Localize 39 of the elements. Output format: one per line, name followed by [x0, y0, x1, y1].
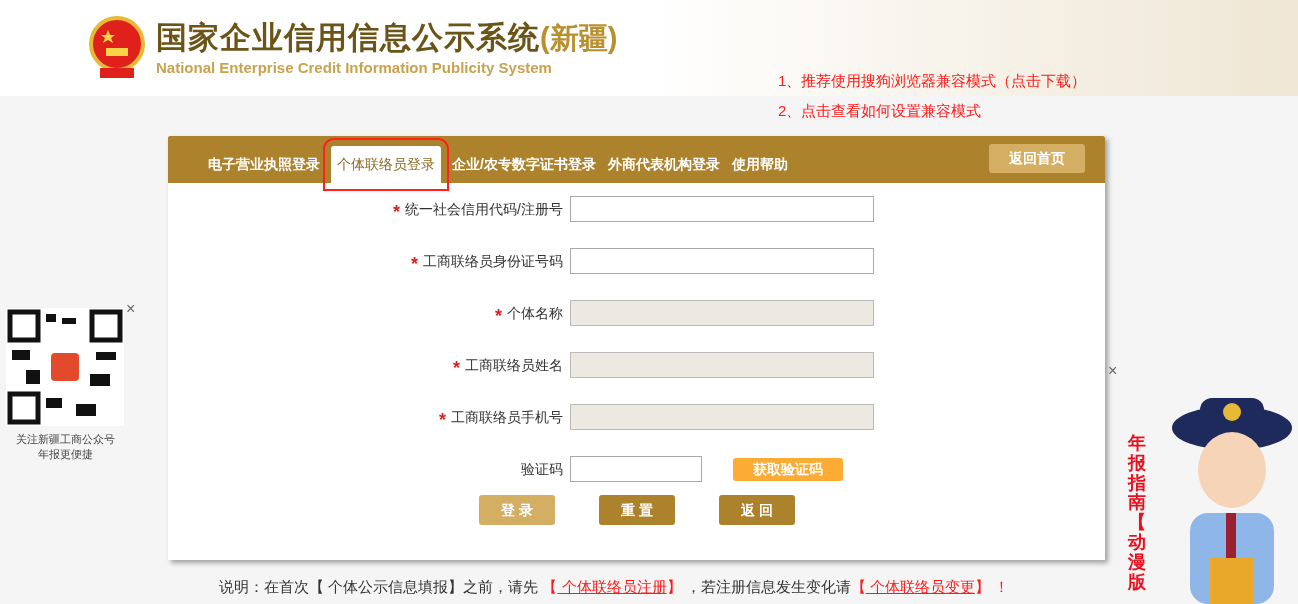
required-mark: * — [453, 356, 460, 377]
qr-caption: 关注新疆工商公众号 — [15, 432, 115, 447]
field-label: 验证码 — [521, 459, 563, 479]
site-subtitle: National Enterprise Credit Information Publicity System — [156, 58, 553, 78]
action-button[interactable]: 返 回 — [719, 495, 795, 525]
field-label: 统一社会信用代码/注册号 — [405, 199, 563, 219]
action-button[interactable]: 登 录 — [479, 495, 555, 525]
region-title: (新疆) — [540, 21, 618, 56]
get-captcha-button[interactable]: 获取验证码 — [733, 457, 843, 481]
login-tab[interactable]: 企业/农专数字证书登录 — [449, 146, 599, 183]
action-button[interactable]: 重 置 — [599, 495, 675, 525]
home-button[interactable]: 返回首页 — [989, 144, 1085, 173]
footer-note: 说明：在首次【 个体公示信息填报】之前，请先 【 个体联络员注册】 ，若注册信息发生变化请【 个体联络员变更】 ！ — [219, 577, 1010, 597]
notice-link[interactable]: 2、点击查看如何设置兼容模式 — [778, 100, 1087, 122]
guide-vertical-text: 年报指南【动漫版 — [1128, 434, 1146, 593]
qr-code-icon — [6, 308, 124, 426]
login-tab[interactable]: 个体联络员登录 — [331, 146, 441, 183]
field-label: 工商联络员身份证号码 — [423, 251, 563, 271]
input-field[interactable] — [570, 248, 874, 274]
national-emblem-icon — [88, 16, 146, 80]
close-icon[interactable]: × — [126, 300, 136, 318]
notice-link[interactable]: 1、推荐使用搜狗浏览器兼容模式（点击下载） — [778, 70, 1087, 92]
required-mark: * — [411, 252, 418, 273]
input-field[interactable] — [570, 196, 874, 222]
field-label: 工商联络员姓名 — [465, 355, 563, 375]
required-mark: * — [393, 200, 401, 221]
register-link[interactable]: 个体联络员变更 — [865, 578, 975, 595]
login-tab[interactable]: 外商代表机构登录 — [604, 146, 723, 183]
site-title: 国家企业信用信息公示系统 — [156, 19, 540, 57]
close-icon[interactable]: × — [1108, 362, 1118, 380]
required-mark: * — [495, 304, 502, 325]
login-tab[interactable]: 电子营业执照登录 — [205, 146, 323, 183]
qr-caption: 年报更便捷 — [37, 447, 93, 462]
login-tab[interactable]: 使用帮助 — [728, 146, 791, 183]
register-link[interactable]: 个体联络员注册 — [557, 578, 667, 595]
required-mark: * — [439, 408, 446, 429]
field-label: 工商联络员手机号 — [451, 407, 563, 427]
captcha-field[interactable] — [570, 456, 702, 482]
field-label: 个体名称 — [507, 303, 563, 323]
